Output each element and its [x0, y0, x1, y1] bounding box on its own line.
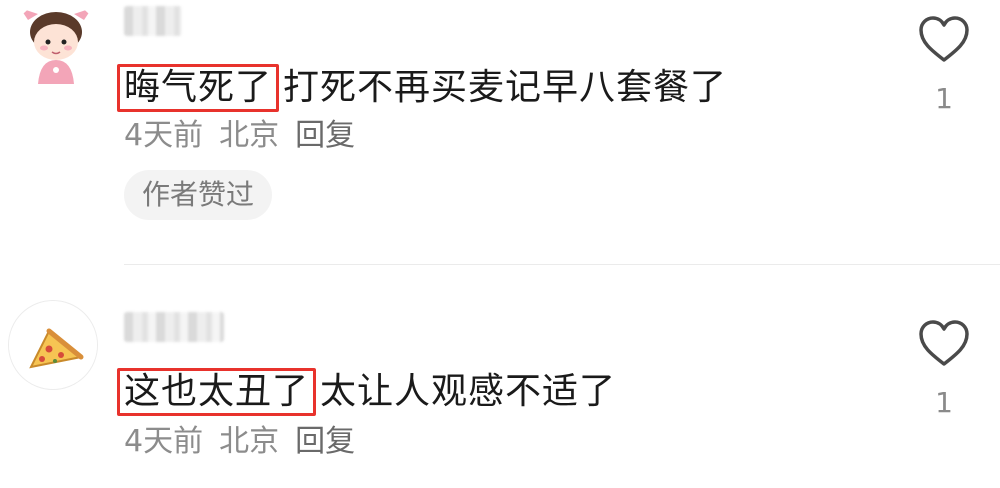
heart-icon — [919, 320, 969, 366]
comment-item: 这也太丑了 太让人观感不适了 4天前 北京 回复 1 — [0, 0, 1000, 488]
comment-body: 太让人观感不适了 — [320, 371, 617, 412]
highlighted-phrase: 这也太丑了 — [117, 368, 317, 416]
comment-meta: 4天前 北京 回复 — [124, 424, 371, 460]
avatar[interactable] — [8, 300, 98, 390]
comment-location: 北京 — [219, 424, 280, 459]
username-blurred[interactable] — [124, 312, 224, 342]
comment-text: 这也太丑了 太让人观感不适了 — [117, 368, 617, 416]
comment-time: 4天前 — [124, 424, 204, 459]
like-count: 1 — [935, 386, 953, 419]
pizza-avatar-icon — [9, 301, 97, 389]
like-button[interactable]: 1 — [914, 318, 974, 420]
reply-button[interactable]: 回复 — [295, 424, 355, 459]
